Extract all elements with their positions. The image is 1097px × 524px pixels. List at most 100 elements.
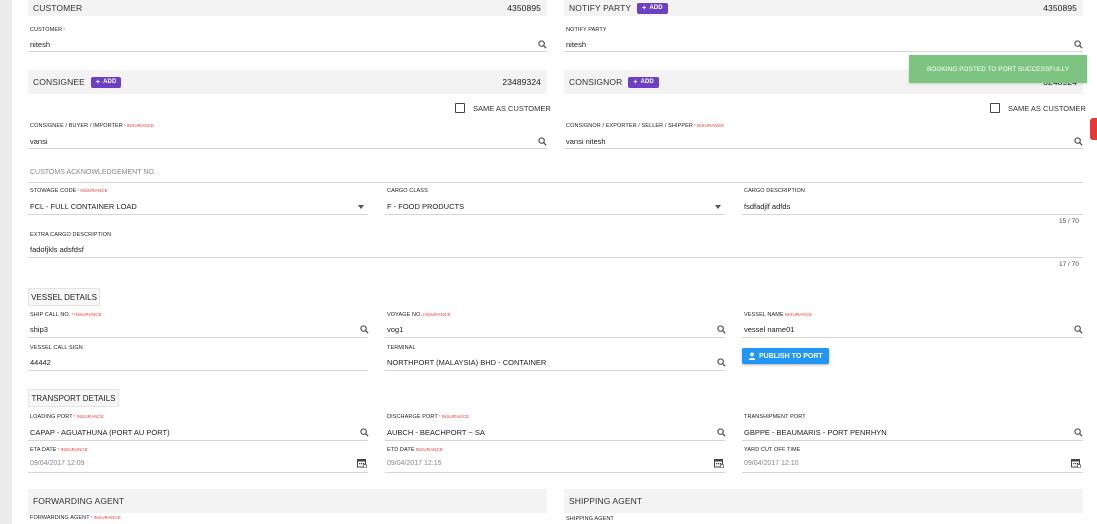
field-underline [742, 337, 1083, 338]
vessel-call-sign-label: VESSEL CALL SIGN [30, 345, 83, 351]
section-title: NOTIFY PARTY [569, 3, 632, 13]
customer-number: 4350895 [507, 3, 541, 13]
customer-field-label: CUSTOMER* [30, 27, 66, 33]
toast-message: BOOKING POSTED TO PORT SUCCESSFULLY [926, 65, 1070, 73]
discharge-port-label: DISCHARGE PORT*INSURANCE [387, 414, 470, 420]
notify-party-number: 4350895 [1043, 3, 1077, 13]
checkbox-box[interactable] [990, 103, 1000, 113]
customs-ack-input[interactable]: CUSTOMS ACKNOWLEDGEMENT NO. [30, 169, 156, 176]
discharge-port-input[interactable]: AUBCH - BEACHPORT ~ SA [387, 428, 485, 437]
vessel-call-sign-input[interactable]: 44442 [30, 358, 51, 367]
search-icon[interactable] [1074, 40, 1083, 49]
search-icon[interactable] [538, 40, 547, 49]
field-underline [28, 370, 368, 371]
ship-call-no-input[interactable]: ship3 [30, 325, 48, 334]
field-underline [28, 51, 547, 52]
consignor-input[interactable]: vansi nitesh [566, 137, 606, 146]
section-title: CUSTOMER [33, 3, 83, 13]
etd-date-label: ETD DATEINSURANCE [387, 447, 443, 453]
add-notify-party-button[interactable]: + ADD [637, 2, 668, 14]
field-underline [28, 472, 368, 473]
vessel-details-heading: VESSEL DETAILS [28, 288, 100, 306]
field-underline [28, 182, 1083, 183]
field-underline [28, 214, 368, 215]
field-underline [28, 148, 547, 149]
field-underline [564, 51, 1083, 52]
calendar-icon[interactable] [1071, 458, 1081, 468]
loading-port-input[interactable]: CAPAP - AGUATHUNA (PORT AU PORT) [30, 428, 170, 437]
customer-input[interactable]: nitesh [30, 40, 50, 49]
field-underline [742, 472, 1083, 473]
caret-down-icon[interactable] [358, 205, 364, 209]
add-consignee-button[interactable]: + ADD [90, 76, 122, 88]
section-title: CONSIGNOR [569, 77, 623, 87]
field-underline [28, 257, 1083, 258]
publish-to-port-button[interactable]: PUBLISH TO PORT [742, 348, 829, 364]
extra-cargo-description-input[interactable]: fadofjkls adsfdsf [30, 245, 84, 254]
transhipment-port-label: TRANSHIPMENT PORT [744, 414, 806, 420]
yard-cut-off-time-label: YARD CUT OFF TIME [744, 447, 801, 453]
vessel-name-input[interactable]: vessel name01 [744, 325, 794, 334]
yard-cut-off-time-input[interactable]: 09/04/2017 12:10 [744, 460, 799, 467]
search-icon[interactable] [717, 428, 726, 437]
cargo-description-input[interactable]: fsdfadjlf adfds [744, 202, 790, 211]
terminal-input[interactable]: NORTHPORT (MALAYSIA) BHD - CONTAINER [387, 358, 546, 367]
cargo-description-counter: 15 / 70 [1059, 218, 1079, 225]
transhipment-port-input[interactable]: GBPPE - BEAUMARIS - PORT PENRHYN [744, 428, 887, 437]
stowage-code-select[interactable]: FCL - FULL CONTAINER LOAD [30, 202, 137, 211]
section-title: FORWARDING AGENT [33, 496, 125, 506]
eta-date-label: ETA DATE*INSURANCE [30, 447, 88, 453]
success-toast: BOOKING POSTED TO PORT SUCCESSFULLY [909, 55, 1087, 83]
search-icon[interactable] [360, 325, 369, 334]
field-underline [385, 337, 725, 338]
field-underline [564, 148, 1083, 149]
shipping-agent-section-header: SHIPPING AGENT [564, 489, 1083, 513]
caret-down-icon[interactable] [715, 205, 721, 209]
calendar-icon[interactable] [714, 458, 724, 468]
forwarding-agent-field-label: FORWARDING AGENT*INSURANCE [30, 515, 121, 521]
search-icon[interactable] [717, 325, 726, 334]
add-consignor-button[interactable]: + ADD [628, 76, 659, 88]
side-feedback-tab[interactable] [1090, 118, 1097, 140]
field-underline [385, 472, 725, 473]
etd-date-input[interactable]: 09/04/2017 12:15 [387, 460, 442, 467]
notify-party-section-header: NOTIFY PARTY + ADD 4350895 [564, 0, 1083, 16]
ship-call-no-label: SHIP CALL NO.*INSURANCE [30, 312, 102, 318]
consignee-same-as-customer-checkbox[interactable]: SAME AS CUSTOMER [455, 103, 551, 113]
voyage-no-input[interactable]: vog1 [387, 325, 403, 334]
consignee-input[interactable]: vansi [30, 137, 48, 146]
search-icon[interactable] [1074, 428, 1083, 437]
field-underline [385, 214, 725, 215]
loading-port-label: LOADING PORT*INSURANCE [30, 414, 104, 420]
calendar-icon[interactable] [357, 458, 367, 468]
notify-party-input[interactable]: nitesh [566, 40, 586, 49]
search-icon[interactable] [717, 358, 726, 367]
cargo-class-select[interactable]: F - FOOD PRODUCTS [387, 202, 464, 211]
search-icon[interactable] [1074, 137, 1083, 146]
publish-label: PUBLISH TO PORT [759, 352, 823, 360]
field-underline [385, 370, 725, 371]
cargo-class-label: CARGO CLASS [387, 188, 428, 194]
consignor-same-as-customer-checkbox[interactable]: SAME AS CUSTOMER [990, 103, 1086, 113]
forwarding-agent-section-header: FORWARDING AGENT [28, 489, 547, 513]
section-title: CONSIGNEE [33, 77, 85, 87]
search-icon[interactable] [1074, 325, 1083, 334]
checkbox-label: SAME AS CUSTOMER [473, 103, 551, 113]
terminal-label: TERMINAL [387, 345, 416, 351]
extra-cargo-description-label: EXTRA CARGO DESCRIPTION [30, 232, 112, 238]
transport-details-heading: TRANSPORT DETAILS [28, 389, 119, 407]
left-rail [0, 0, 12, 524]
section-title: SHIPPING AGENT [569, 496, 643, 506]
customer-section-header: CUSTOMER 4350895 [28, 0, 547, 16]
search-icon[interactable] [538, 137, 547, 146]
notify-party-field-label: NOTIFY PARTY [566, 27, 607, 33]
field-underline [742, 440, 1083, 441]
eta-date-input[interactable]: 09/04/2017 12:09 [30, 460, 85, 467]
consignor-field-label: CONSIGNOR / EXPORTER / SELLER / SHIPPER*… [566, 123, 725, 129]
cargo-description-label: CARGO DESCRIPTION [744, 188, 805, 194]
checkbox-box[interactable] [455, 103, 465, 113]
field-underline [742, 214, 1083, 215]
field-underline [385, 440, 725, 441]
extra-cargo-description-counter: 17 / 70 [1059, 261, 1079, 268]
search-icon[interactable] [360, 428, 369, 437]
